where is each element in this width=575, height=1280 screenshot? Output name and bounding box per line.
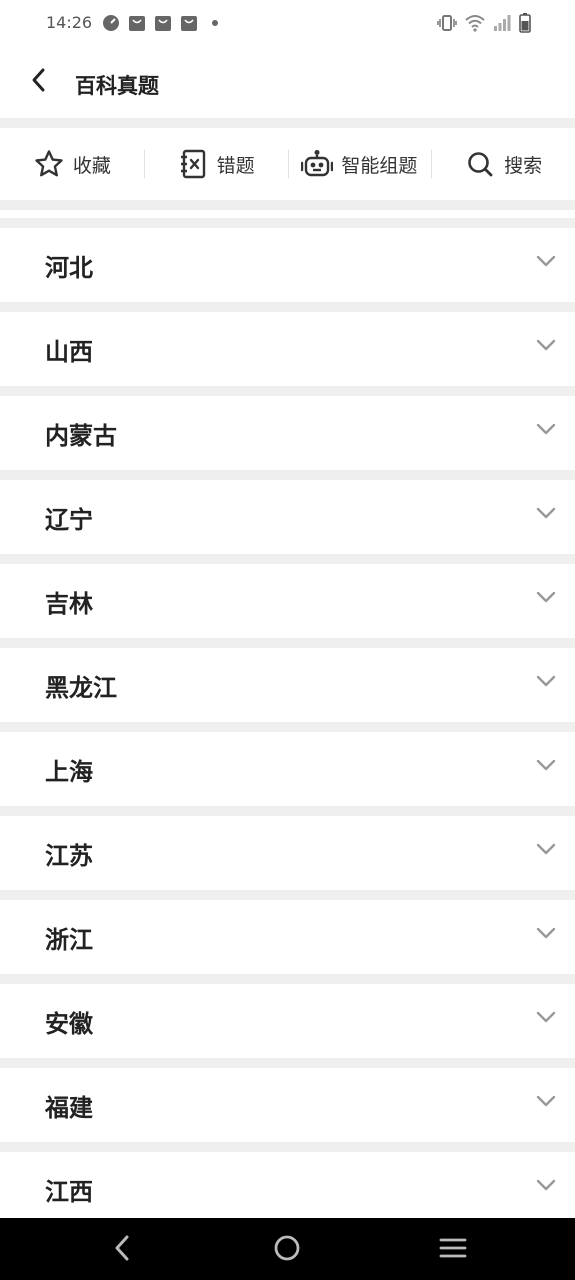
list-item-inner-mongolia[interactable]: 内蒙古 — [0, 396, 575, 470]
list-item-heilongjiang[interactable]: 黑龙江 — [0, 648, 575, 722]
back-nav-icon — [112, 1234, 132, 1266]
nav-home-button[interactable] — [269, 1232, 305, 1268]
list-item-jilin[interactable]: 吉林 — [0, 564, 575, 638]
chevron-down-icon — [535, 586, 557, 608]
search-button[interactable]: 搜索 — [431, 128, 575, 200]
notification-icons — [102, 14, 224, 32]
list-item-label: 上海 — [45, 758, 93, 786]
wrong-questions-button[interactable]: 错题 — [143, 128, 288, 200]
vibrate-icon — [437, 14, 457, 36]
list-item-fujian[interactable]: 福建 — [0, 1068, 575, 1142]
wifi-icon — [465, 14, 485, 36]
nav-back-button[interactable] — [104, 1232, 140, 1268]
list-item-label: 黑龙江 — [45, 674, 117, 702]
smart-quiz-label: 智能组题 — [341, 154, 418, 177]
chevron-down-icon — [535, 838, 557, 860]
list-item-zhejiang[interactable]: 浙江 — [0, 900, 575, 974]
chevron-down-icon — [535, 922, 557, 944]
smart-quiz-button[interactable]: 智能组题 — [287, 128, 432, 200]
list-item-anhui[interactable]: 安徽 — [0, 984, 575, 1058]
status-time: 14:26 — [46, 13, 93, 32]
list-item-label: 浙江 — [45, 926, 93, 954]
chevron-down-icon — [535, 502, 557, 524]
chevron-down-icon — [535, 418, 557, 440]
list-item-label: 江苏 — [45, 842, 93, 870]
bag-icon — [180, 14, 198, 32]
list-item-shanxi[interactable]: 山西 — [0, 312, 575, 386]
chevron-down-icon — [535, 754, 557, 776]
list-item-label: 内蒙古 — [45, 422, 117, 450]
chevron-down-icon — [535, 334, 557, 356]
list-item-jiangxi[interactable]: 江西 — [0, 1152, 575, 1226]
favorites-label: 收藏 — [72, 154, 111, 177]
list-item-label: 辽宁 — [45, 506, 93, 534]
province-list: 河北 山西 内蒙古 辽宁 吉林 黑龙江 上海 江苏 浙江 安徽 福建 江西 — [0, 228, 575, 1236]
home-nav-icon — [273, 1234, 301, 1266]
bag-icon — [128, 14, 146, 32]
chevron-down-icon — [535, 1090, 557, 1112]
chevron-left-icon — [29, 67, 47, 97]
search-label: 搜索 — [504, 154, 543, 177]
list-item-label: 山西 — [45, 338, 93, 366]
list-item-label: 安徽 — [45, 1010, 93, 1038]
bag-icon — [154, 14, 172, 32]
nav-menu-button[interactable] — [435, 1232, 471, 1268]
section-divider — [0, 210, 575, 218]
list-item-liaoning[interactable]: 辽宁 — [0, 480, 575, 554]
list-item-shanghai[interactable]: 上海 — [0, 732, 575, 806]
list-item-label: 吉林 — [45, 590, 93, 618]
star-icon — [33, 148, 65, 180]
robot-icon — [301, 148, 334, 180]
favorites-button[interactable]: 收藏 — [0, 128, 144, 200]
status-bar: 14:26 — [0, 0, 575, 48]
chevron-down-icon — [535, 670, 557, 692]
battery-icon — [519, 13, 531, 37]
chevron-down-icon — [535, 1174, 557, 1196]
wrong-questions-label: 错题 — [216, 154, 255, 177]
wrong-notebook-icon — [177, 148, 209, 180]
menu-nav-icon — [439, 1236, 467, 1264]
signal-icon — [493, 14, 511, 36]
app-bar: 百科真题 — [0, 48, 575, 118]
list-item-hebei[interactable]: 河北 — [0, 228, 575, 302]
system-icons — [437, 13, 531, 37]
list-item-label: 河北 — [45, 254, 93, 282]
search-icon — [464, 148, 496, 180]
page-title: 百科真题 — [75, 74, 159, 98]
list-item-label: 福建 — [45, 1094, 93, 1122]
dot-icon — [206, 14, 224, 32]
list-item-jiangsu[interactable]: 江苏 — [0, 816, 575, 890]
screen: 14:26 百科真题 收藏 错题 智能组题 搜索 河北 山西 内蒙古 辽宁 吉林… — [0, 0, 575, 1280]
back-button[interactable] — [22, 66, 54, 98]
chevron-down-icon — [535, 1006, 557, 1028]
speedometer-icon — [102, 14, 120, 32]
list-item-label: 江西 — [45, 1178, 93, 1206]
chevron-down-icon — [535, 250, 557, 272]
system-nav-bar — [0, 1218, 575, 1280]
action-toolbar: 收藏 错题 智能组题 搜索 — [0, 128, 575, 200]
